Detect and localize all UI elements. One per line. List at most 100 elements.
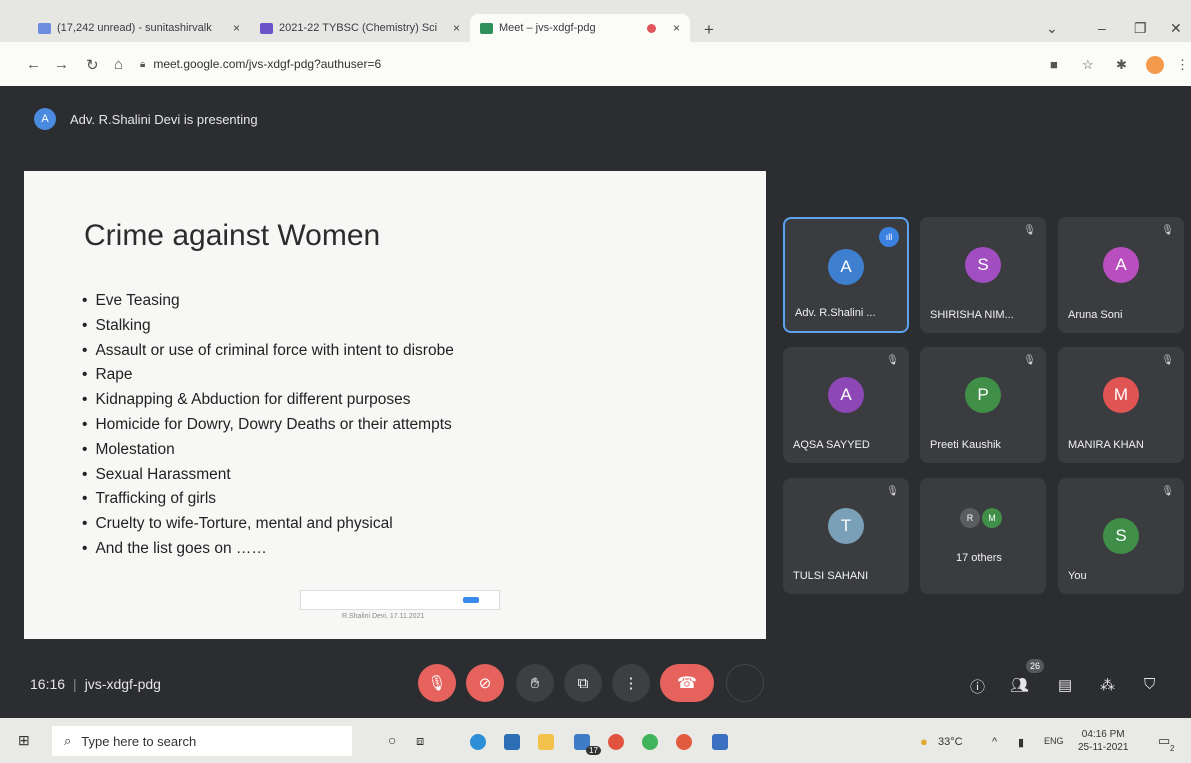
present-screen-icon: ⧉ bbox=[577, 674, 589, 692]
tab-meet[interactable]: Meet – jvs-xdgf-pdg × bbox=[470, 14, 690, 42]
hangup-icon: ☎︎ bbox=[677, 675, 697, 692]
cortana-icon[interactable]: ○ bbox=[388, 732, 396, 748]
participant-tile[interactable]: 🎙︎ P Preeti Kaushik bbox=[920, 347, 1046, 463]
profile-avatar[interactable] bbox=[1146, 56, 1164, 74]
camera-indicator-icon[interactable]: ■ bbox=[1050, 57, 1058, 72]
slide-bullet: Cruelty to wife-Torture, mental and phys… bbox=[82, 512, 454, 537]
people-icon[interactable]: 👥︎ bbox=[1010, 676, 1029, 694]
back-icon[interactable]: ← bbox=[26, 56, 41, 73]
notification-badge: 2 bbox=[1170, 744, 1175, 753]
classroom-icon bbox=[260, 22, 273, 34]
participant-tile[interactable]: 🎙︎ S SHIRISHA NIM... bbox=[920, 217, 1046, 333]
participant-tile[interactable]: 🎙︎ T TULSI SAHANI bbox=[783, 478, 909, 594]
mic-off-icon: 🎙︎ bbox=[886, 355, 899, 366]
slide-bullet: Assault or use of criminal force with in… bbox=[82, 339, 453, 364]
tab-label: Meet – jvs-xdgf-pdg bbox=[499, 22, 596, 34]
leave-call-button[interactable]: ☎︎ bbox=[660, 664, 714, 702]
close-icon[interactable]: × bbox=[665, 21, 680, 35]
presenter-avatar: A bbox=[34, 108, 56, 130]
bookmark-star-icon[interactable]: ☆ bbox=[1082, 57, 1094, 73]
participant-tile[interactable]: 🎙︎ A AQSA SAYYED bbox=[783, 347, 909, 463]
url-text: meet.google.com/jvs-xdgf-pdg?authuser=6 bbox=[153, 57, 382, 71]
present-button[interactable]: ⧉ bbox=[564, 664, 602, 702]
minimize-icon[interactable]: – bbox=[1098, 20, 1106, 36]
notifications-icon[interactable]: ▭ bbox=[1158, 733, 1170, 749]
kebab-icon: ⋮ bbox=[623, 675, 639, 692]
whatsapp-icon[interactable] bbox=[642, 734, 658, 750]
info-icon[interactable]: ⓘ bbox=[970, 676, 985, 697]
participant-name: Preeti Kaushik bbox=[930, 439, 1001, 451]
slide-bullet: Sexual Harassment bbox=[82, 463, 454, 488]
forward-icon[interactable]: → bbox=[54, 56, 69, 73]
mic-toggle-button[interactable]: 🎙︎ bbox=[418, 664, 456, 702]
slide-bullet: Stalking bbox=[82, 314, 454, 339]
network-icon[interactable]: ▮ bbox=[1018, 736, 1024, 749]
windows-start-icon[interactable]: ⊞ bbox=[18, 732, 30, 749]
shared-slide: Crime against Women Eve Teasing Stalking… bbox=[24, 171, 766, 639]
host-controls-icon[interactable]: ⛉ bbox=[1144, 676, 1155, 693]
presenter-banner: A Adv. R.Shalini Devi is presenting bbox=[34, 108, 258, 130]
more-options-button[interactable]: ⋮ bbox=[612, 664, 650, 702]
taskbar-search[interactable]: ⌕ Type here to search bbox=[52, 726, 352, 756]
chrome-profile-icon[interactable] bbox=[676, 734, 692, 750]
mic-off-icon: 🎙︎ bbox=[886, 486, 899, 497]
tab-classroom[interactable]: 2021-22 TYBSC (Chemistry) Sci × bbox=[250, 14, 470, 42]
mic-off-icon: 🎙︎ bbox=[1161, 225, 1174, 236]
others-count: 17 others bbox=[956, 552, 1002, 564]
mic-off-icon: 🎙︎ bbox=[1023, 225, 1036, 236]
stop-sharing-button[interactable] bbox=[463, 597, 479, 603]
others-tile[interactable]: R M 17 others bbox=[920, 478, 1046, 594]
tab-search-icon[interactable]: ⌄ bbox=[1046, 20, 1058, 37]
store-icon[interactable] bbox=[504, 734, 520, 750]
file-explorer-icon[interactable] bbox=[538, 734, 554, 750]
participant-tile[interactable]: 🎙︎ M MANIRA KHAN bbox=[1058, 347, 1184, 463]
tab-gmail[interactable]: (17,242 unread) - sunitashirvalk × bbox=[28, 14, 250, 42]
reload-icon[interactable]: ↻ bbox=[86, 56, 99, 74]
window-close-icon[interactable]: ✕ bbox=[1170, 20, 1182, 37]
meeting-time: 16:16 bbox=[30, 676, 66, 692]
raise-hand-button[interactable]: ✋︎ bbox=[516, 664, 554, 702]
camera-off-icon: ⊘ bbox=[478, 675, 492, 692]
camera-toggle-button[interactable]: ⊘ bbox=[466, 664, 504, 702]
close-icon[interactable]: × bbox=[445, 21, 460, 35]
weather-icon[interactable]: ● bbox=[920, 734, 928, 749]
menu-kebab-icon[interactable]: ⋮ bbox=[1176, 57, 1189, 73]
restore-icon[interactable]: ❐ bbox=[1134, 20, 1147, 37]
avatar: A bbox=[1103, 247, 1139, 283]
slide-bullet: Molestation bbox=[82, 438, 454, 463]
clock-time: 04:16 PM bbox=[1081, 729, 1125, 740]
slide-bullet: Eve Teasing bbox=[82, 289, 454, 314]
tray-chevron-icon[interactable]: ^ bbox=[992, 736, 997, 748]
avatar: A bbox=[828, 249, 864, 285]
participant-name: TULSI SAHANI bbox=[793, 570, 869, 582]
chat-icon[interactable]: ▤ bbox=[1058, 676, 1072, 694]
self-tile[interactable]: 🎙︎ S You bbox=[1058, 478, 1184, 594]
search-placeholder: Type here to search bbox=[81, 733, 197, 749]
home-icon[interactable]: ⌂ bbox=[114, 56, 123, 73]
taskbar-clock[interactable]: 04:16 PM 25-11-2021 bbox=[1078, 728, 1128, 754]
participant-tile[interactable]: 🎙︎ A Aruna Soni bbox=[1058, 217, 1184, 333]
activities-icon[interactable]: ⁂ bbox=[1100, 676, 1115, 694]
slide-title: Crime against Women bbox=[84, 219, 381, 252]
participant-name: AQSA SAYYED bbox=[793, 439, 870, 451]
close-icon[interactable]: × bbox=[225, 21, 240, 35]
slide-footer: R.Shalini Devi, 17.11.2021 bbox=[342, 613, 425, 620]
address-bar[interactable]: 🔒︎ meet.google.com/jvs-xdgf-pdg?authuser… bbox=[140, 51, 1020, 77]
search-icon: ⌕ bbox=[64, 733, 72, 748]
edge-icon[interactable] bbox=[470, 734, 486, 750]
chrome-icon[interactable] bbox=[608, 734, 624, 750]
slide-bullet: Homicide for Dowry, Dowry Deaths or thei… bbox=[82, 413, 454, 438]
hand-icon: ✋︎ bbox=[530, 674, 540, 692]
extensions-icon[interactable]: ✱ bbox=[1116, 57, 1127, 73]
weather-temp[interactable]: 33°C bbox=[938, 736, 963, 748]
participant-name: Aruna Soni bbox=[1068, 309, 1123, 321]
slide-bullet: Rape bbox=[82, 363, 454, 388]
word-icon[interactable] bbox=[712, 734, 728, 750]
language-indicator[interactable]: ENG bbox=[1044, 736, 1064, 746]
mic-off-icon: 🎙︎ bbox=[1161, 355, 1174, 366]
new-tab-button[interactable]: + bbox=[704, 20, 714, 40]
avatar: A bbox=[828, 377, 864, 413]
mail-badge: 17 bbox=[586, 746, 601, 755]
task-view-icon[interactable]: ⧈ bbox=[416, 733, 424, 749]
participant-tile[interactable]: ıll A Adv. R.Shalini ... bbox=[783, 217, 909, 333]
